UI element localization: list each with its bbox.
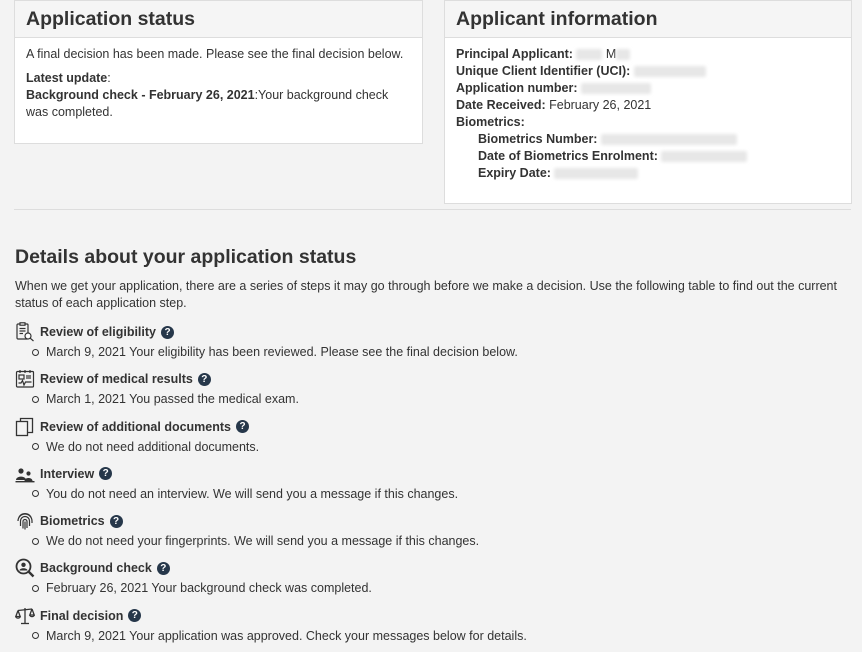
step-biometrics: Biometrics ? We do not need your fingerp… <box>15 510 845 557</box>
applicant-information-heading: Applicant information <box>445 1 851 38</box>
bullet-icon <box>32 490 39 498</box>
step-review-of-medical-results: Review of medical results ? March 1, 202… <box>15 368 845 415</box>
details-section: Details about your application status Wh… <box>15 244 845 652</box>
date-received-label: Date Received: <box>456 98 546 112</box>
step-final-decision: Final decision ? March 9, 2021 Your appl… <box>15 605 845 652</box>
step-background-check: Background check ? February 26, 2021 You… <box>15 557 845 604</box>
uci-label: Unique Client Identifier (UCI): <box>456 64 631 78</box>
bullet-icon <box>32 348 39 356</box>
latest-update-title: Background check - February 26, 2021 <box>26 88 255 102</box>
final-decision-message: A final decision has been made. Please s… <box>26 47 404 61</box>
step-label: Review of eligibility <box>40 325 156 339</box>
latest-update: Latest update: Background check - Februa… <box>26 70 411 121</box>
principal-applicant-value: M <box>605 47 617 61</box>
step-status-item: February 26, 2021 Your background check … <box>32 579 845 597</box>
details-intro: When we get your application, there are … <box>15 279 837 310</box>
application-number-row: Application number: <box>456 80 840 97</box>
people-icon <box>15 464 35 484</box>
step-label: Background check <box>40 561 152 576</box>
bullet-icon <box>32 584 39 592</box>
step-status-text: We do not need your fingerprints. We wil… <box>46 534 480 549</box>
help-icon[interactable]: ? <box>156 561 170 575</box>
redacted-value <box>661 151 748 163</box>
step-status-text: March 1, 2021 You passed the medical exa… <box>46 392 299 407</box>
expiry-date-row: Expiry Date: <box>456 165 840 182</box>
application-status-body: A final decision has been made. Please s… <box>15 38 422 129</box>
bullet-icon <box>32 632 39 640</box>
principal-applicant-row: Principal Applicant: M <box>456 46 840 63</box>
application-status-heading: Application status <box>15 1 422 38</box>
biometrics-enrolment-row: Date of Biometrics Enrolment: <box>456 148 840 165</box>
step-status-text: March 9, 2021 Your eligibility has been … <box>46 345 518 359</box>
date-received-value: February 26, 2021 <box>549 98 652 112</box>
step-label: Review of medical results <box>40 372 193 387</box>
scales-icon <box>15 606 35 626</box>
documents-icon <box>15 417 35 437</box>
applicant-information-body: Principal Applicant: M Unique Client Ide… <box>445 38 851 190</box>
help-icon[interactable]: ? <box>197 372 211 386</box>
medical-report-icon <box>15 369 35 389</box>
help-icon[interactable]: ? <box>99 467 113 481</box>
fingerprint-icon <box>15 511 35 531</box>
redacted-value <box>581 83 652 95</box>
applicant-information-title: Applicant information <box>456 8 658 30</box>
step-status-item: March 1, 2021 You passed the medical exa… <box>32 390 845 408</box>
details-title: Details about your application status <box>15 246 357 268</box>
step-status-item: March 9, 2021 Your application was appro… <box>32 627 845 645</box>
redacted-value <box>576 49 603 61</box>
step-status-item: March 9, 2021 Your eligibility has been … <box>32 343 845 361</box>
step-label: Biometrics <box>40 514 105 529</box>
biometrics-row: Biometrics: <box>456 114 840 131</box>
step-label: Interview <box>40 466 95 481</box>
step-status-item: You do not need an interview. We will se… <box>32 485 845 503</box>
biometrics-enrolment-label: Date of Biometrics Enrolment: <box>478 149 658 163</box>
expiry-date-label: Expiry Date: <box>478 166 551 180</box>
biometrics-label: Biometrics: <box>456 115 525 129</box>
redacted-value <box>600 134 737 146</box>
step-status-text: We do not need additional documents. <box>46 439 260 454</box>
redacted-value <box>616 49 631 61</box>
step-label: Final decision <box>40 608 124 623</box>
help-icon[interactable]: ? <box>161 325 174 339</box>
uci-row: Unique Client Identifier (UCI): <box>456 63 840 80</box>
help-icon[interactable]: ? <box>236 420 249 434</box>
application-number-label: Application number: <box>456 81 578 95</box>
step-status-item: We do not need your fingerprints. We wil… <box>32 532 845 550</box>
step-status-text: You do not need an interview. We will se… <box>46 486 459 501</box>
step-status-item: We do not need additional documents. <box>32 438 845 456</box>
latest-update-colon: : <box>107 71 111 85</box>
step-review-of-eligibility: Review of eligibility ? March 9, 2021 Yo… <box>15 321 845 368</box>
bullet-icon <box>32 395 39 403</box>
biometrics-number-row: Biometrics Number: <box>456 131 840 148</box>
bullet-icon <box>32 443 39 451</box>
help-icon[interactable]: ? <box>109 514 123 528</box>
clipboard-magnifier-icon <box>15 322 35 342</box>
date-received-row: Date Received: February 26, 2021 <box>456 97 840 114</box>
section-divider <box>14 209 851 210</box>
bullet-icon <box>32 537 39 545</box>
person-search-icon <box>15 558 35 578</box>
redacted-value <box>554 168 639 180</box>
application-status-panel: Application status A final decision has … <box>14 0 423 144</box>
latest-update-label: Latest update <box>26 71 108 85</box>
step-review-of-additional-documents: Review of additional documents ? We do n… <box>15 416 845 463</box>
application-status-title: Application status <box>26 8 196 30</box>
step-status-text: February 26, 2021 Your background check … <box>46 581 372 596</box>
step-status-text: March 9, 2021 Your application was appro… <box>46 628 527 643</box>
help-icon[interactable]: ? <box>128 609 142 623</box>
step-label: Review of additional documents <box>40 419 231 434</box>
applicant-information-panel: Applicant information Principal Applican… <box>444 0 852 204</box>
principal-applicant-label: Principal Applicant: <box>456 47 573 61</box>
step-interview: Interview ? You do not need an interview… <box>15 463 845 510</box>
biometrics-number-label: Biometrics Number: <box>478 132 598 146</box>
redacted-value <box>633 66 706 78</box>
